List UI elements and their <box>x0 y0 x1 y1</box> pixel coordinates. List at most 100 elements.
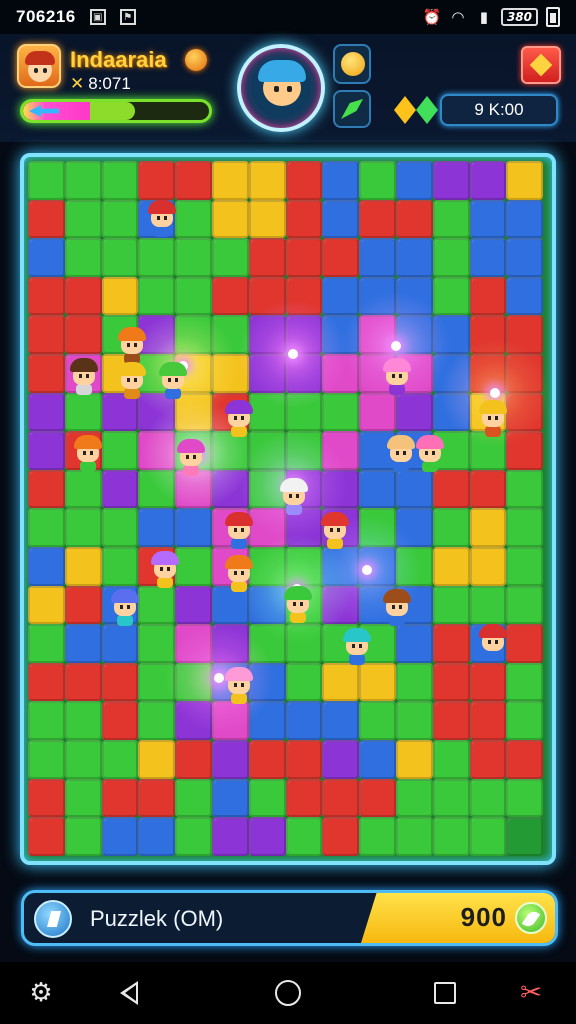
puzzle-piece[interactable] <box>28 546 65 586</box>
puzzle-piece[interactable] <box>469 662 507 702</box>
puzzle-piece[interactable] <box>395 662 433 702</box>
orange-ear-villager[interactable] <box>223 554 255 593</box>
puzzle-piece[interactable] <box>285 701 323 740</box>
puzzle-piece[interactable] <box>506 392 544 432</box>
puzzle-piece[interactable] <box>506 585 544 625</box>
puzzle-piece[interactable] <box>138 817 176 856</box>
puzzle-piece[interactable] <box>506 469 544 509</box>
puzzle-piece[interactable] <box>359 199 396 239</box>
puzzle-piece[interactable] <box>506 778 544 818</box>
puzzle-piece[interactable] <box>175 585 212 625</box>
puzzle-piece[interactable] <box>506 739 544 779</box>
puzzle-piece[interactable] <box>175 276 212 316</box>
puzzle-piece[interactable] <box>211 701 249 740</box>
puzzle-piece[interactable] <box>506 817 544 856</box>
leaf-boost-button[interactable] <box>333 90 371 128</box>
puzzle-piece[interactable] <box>432 778 470 818</box>
puzzle-piece[interactable] <box>469 238 507 277</box>
puzzle-piece[interactable] <box>285 161 323 200</box>
puzzle-piece[interactable] <box>432 508 470 547</box>
hero-portrait-button[interactable] <box>237 44 325 132</box>
puzzle-piece[interactable] <box>28 624 65 663</box>
puzzle-piece[interactable] <box>64 739 102 779</box>
puzzle-piece[interactable] <box>432 624 470 663</box>
player-avatar[interactable] <box>17 44 61 88</box>
pink-bow-villager[interactable] <box>381 357 413 396</box>
puzzle-piece[interactable] <box>359 315 396 354</box>
puzzle-piece[interactable] <box>469 817 507 856</box>
puzzle-piece[interactable] <box>469 546 507 586</box>
puzzle-piece[interactable] <box>28 238 65 277</box>
gear-icon[interactable]: ⚙ <box>26 978 56 1008</box>
puzzle-piece[interactable] <box>432 817 470 856</box>
puzzle-piece[interactable] <box>322 161 360 200</box>
puzzle-piece[interactable] <box>395 315 433 354</box>
puzzle-piece[interactable] <box>248 199 286 239</box>
blue-ghost-villager[interactable] <box>109 589 141 627</box>
puzzle-piece[interactable] <box>359 739 396 779</box>
green-hair-villager[interactable] <box>282 585 314 624</box>
puzzle-piece[interactable] <box>285 546 323 586</box>
puzzle-piece[interactable] <box>28 701 65 740</box>
puzzle-piece[interactable] <box>211 161 249 200</box>
red-feather-villager[interactable] <box>319 512 351 550</box>
puzzle-piece[interactable] <box>359 662 396 702</box>
puzzle-piece[interactable] <box>138 701 176 740</box>
puzzle-piece[interactable] <box>322 817 360 856</box>
puzzle-piece[interactable] <box>138 431 176 470</box>
puzzle-piece[interactable] <box>175 739 212 779</box>
puzzle-piece[interactable] <box>506 624 544 663</box>
puzzle-piece[interactable] <box>138 585 176 625</box>
puzzle-piece[interactable] <box>64 276 102 316</box>
puzzle-piece[interactable] <box>28 817 65 856</box>
pink-hat-villager[interactable] <box>175 438 207 477</box>
puzzle-piece[interactable] <box>138 778 176 818</box>
puzzle-piece[interactable] <box>211 353 249 393</box>
puzzle-piece[interactable] <box>322 431 360 470</box>
puzzle-piece[interactable] <box>248 238 286 277</box>
puzzle-piece[interactable] <box>285 778 323 818</box>
puzzle-piece[interactable] <box>175 315 212 354</box>
puzzle-piece[interactable] <box>432 546 470 586</box>
puzzle-piece[interactable] <box>211 469 249 509</box>
puzzle-piece[interactable] <box>432 662 470 702</box>
puzzle-piece[interactable] <box>28 161 65 200</box>
puzzle-piece[interactable] <box>359 161 396 200</box>
puzzle-piece[interactable] <box>101 508 139 547</box>
puzzle-piece[interactable] <box>469 353 507 393</box>
puzzle-piece[interactable] <box>248 276 286 316</box>
puzzle-piece[interactable] <box>432 585 470 625</box>
puzzle-piece[interactable] <box>64 662 102 702</box>
puzzle-piece[interactable] <box>395 508 433 547</box>
puzzle-piece[interactable] <box>175 662 212 702</box>
puzzle-piece[interactable] <box>28 469 65 509</box>
puzzle-piece[interactable] <box>359 817 396 856</box>
puzzle-piece[interactable] <box>101 624 139 663</box>
puzzle-piece[interactable] <box>395 778 433 818</box>
puzzle-piece[interactable] <box>64 161 102 200</box>
puzzle-piece[interactable] <box>175 624 212 663</box>
puzzle-piece[interactable] <box>469 276 507 316</box>
score-panel[interactable]: 900 <box>361 893 555 943</box>
puzzle-piece[interactable] <box>248 161 286 200</box>
puzzle-piece[interactable] <box>28 431 65 470</box>
puzzle-piece[interactable] <box>64 701 102 740</box>
puzzle-piece[interactable] <box>506 546 544 586</box>
puzzle-piece[interactable] <box>101 469 139 509</box>
puzzle-piece[interactable] <box>395 161 433 200</box>
puzzle-piece[interactable] <box>211 624 249 663</box>
puzzle-piece[interactable] <box>322 315 360 354</box>
puzzle-piece[interactable] <box>64 199 102 239</box>
puzzle-piece[interactable] <box>322 276 360 316</box>
puzzle-piece[interactable] <box>175 161 212 200</box>
puzzle-piece[interactable] <box>285 624 323 663</box>
tools-icon[interactable]: ✂ <box>516 978 546 1008</box>
puzzle-piece[interactable] <box>175 701 212 740</box>
puzzle-piece[interactable] <box>101 199 139 239</box>
menu-button[interactable] <box>521 46 561 84</box>
puzzle-piece[interactable] <box>138 238 176 277</box>
puzzle-piece[interactable] <box>175 508 212 547</box>
puzzle-piece[interactable] <box>64 624 102 663</box>
puzzle-piece[interactable] <box>248 739 286 779</box>
puzzle-piece[interactable] <box>359 508 396 547</box>
